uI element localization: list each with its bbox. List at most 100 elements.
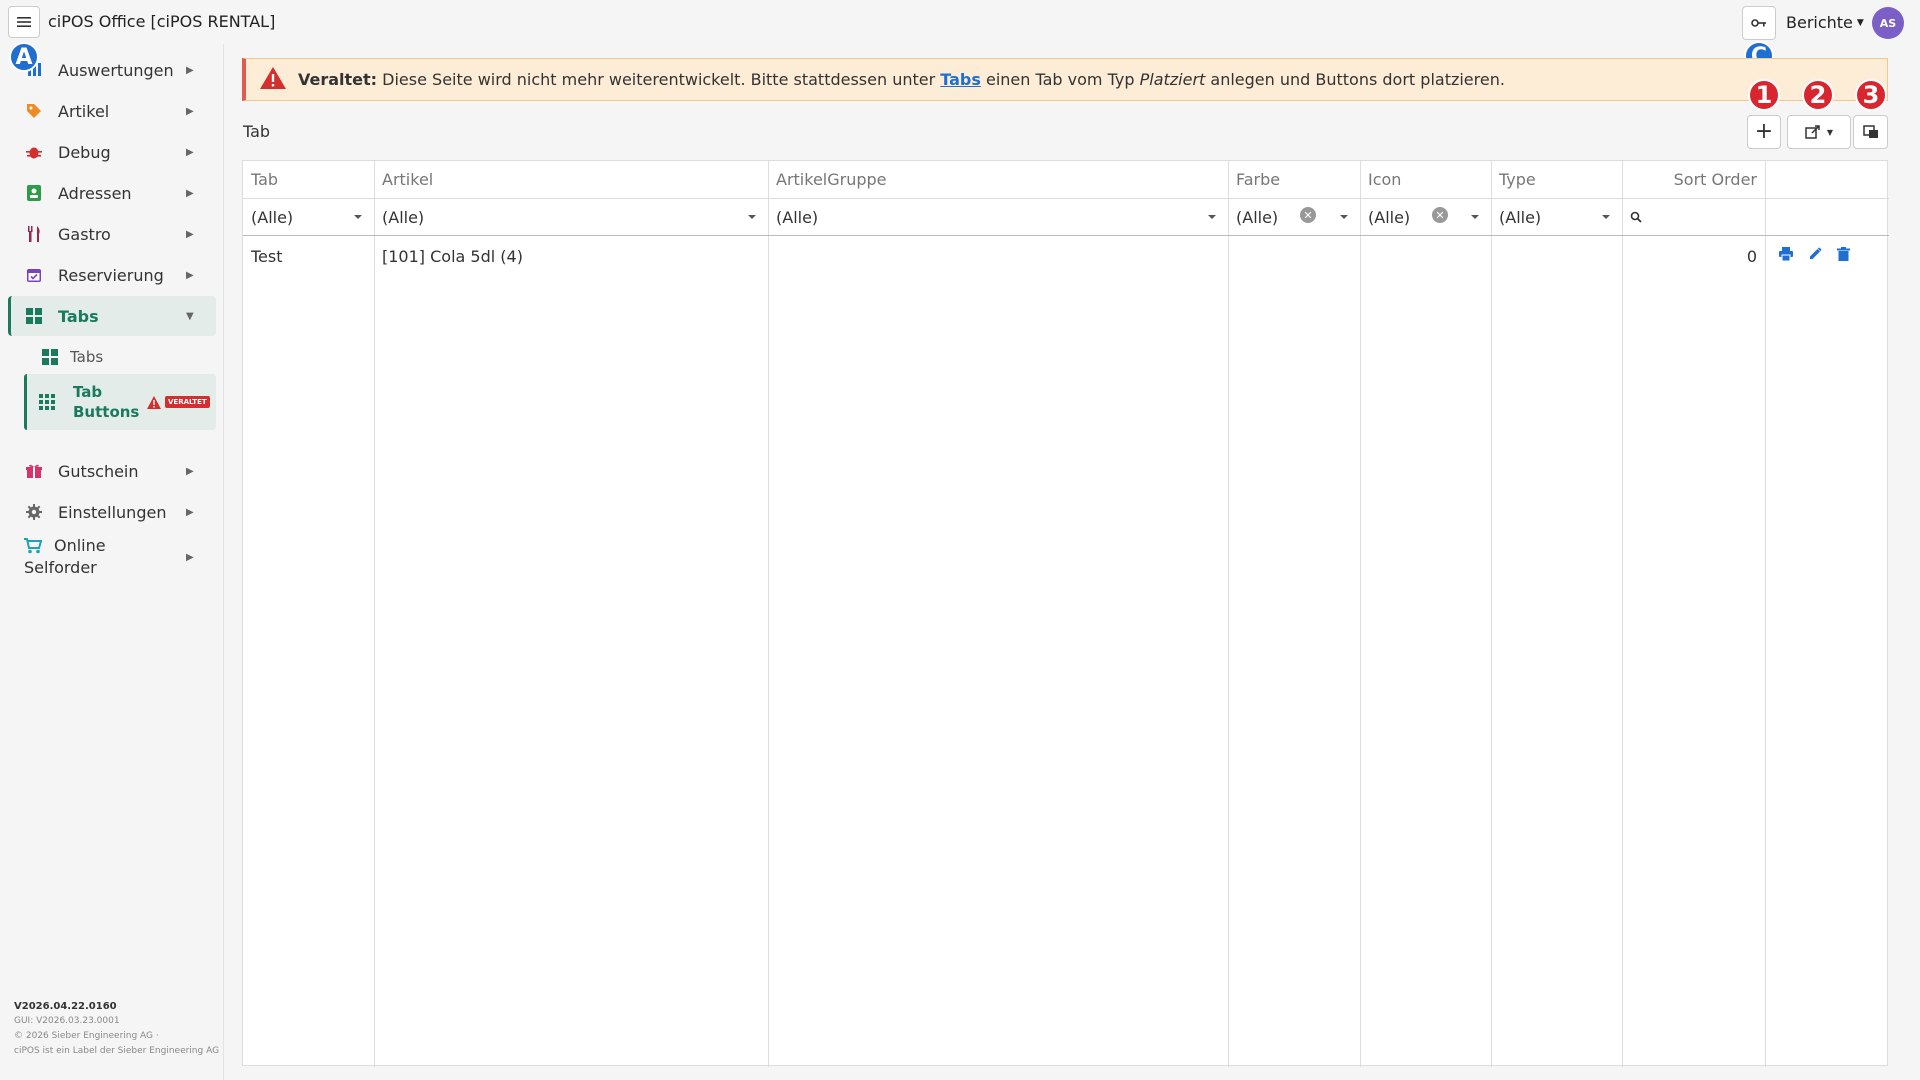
sidebar-item-label: Auswertungen bbox=[58, 60, 174, 80]
caret-down-icon[interactable] bbox=[354, 215, 362, 219]
caret-down-icon[interactable] bbox=[1340, 215, 1348, 219]
caret-down-icon[interactable] bbox=[1602, 215, 1610, 219]
chevron-right-icon: ▶ bbox=[186, 465, 194, 477]
sidebar-item-label: Einstellungen bbox=[58, 502, 167, 522]
grid-small-icon bbox=[39, 394, 55, 410]
tabs-link[interactable]: Tabs bbox=[940, 70, 981, 89]
chevron-right-icon: ▶ bbox=[186, 506, 194, 518]
sidebar-item-label: Online Selforder bbox=[8, 535, 186, 579]
column-separator bbox=[1228, 161, 1229, 1067]
sidebar-subitem-label: Tabs bbox=[70, 348, 104, 366]
column-separator bbox=[1491, 161, 1492, 1067]
label-note-text: ciPOS ist ein Label der Sieber Engineeri… bbox=[14, 1046, 220, 1056]
add-button[interactable]: + bbox=[1747, 115, 1781, 149]
column-separator bbox=[1765, 161, 1766, 1067]
cell-sort-order[interactable]: 0 bbox=[1622, 237, 1765, 275]
print-icon[interactable] bbox=[1777, 245, 1795, 263]
caret-down-icon[interactable] bbox=[748, 215, 756, 219]
cart-icon bbox=[24, 538, 42, 554]
hamburger-icon bbox=[17, 17, 31, 27]
column-separator bbox=[768, 161, 769, 1067]
label-line-1: Tab bbox=[73, 383, 103, 401]
column-separator bbox=[374, 161, 375, 1067]
column-header-tab[interactable]: Tab bbox=[243, 161, 374, 198]
column-header-artikel[interactable]: Artikel bbox=[374, 161, 768, 198]
column-header-farbe[interactable]: Farbe bbox=[1228, 161, 1360, 198]
sidebar-item-gastro[interactable]: Gastro ▶ bbox=[8, 214, 216, 254]
tag-icon bbox=[24, 101, 44, 121]
search-icon bbox=[1630, 211, 1642, 223]
sidebar-item-online-selforder[interactable]: Online Selforder ▶ bbox=[8, 522, 216, 592]
plus-icon: + bbox=[1754, 119, 1774, 144]
column-header-type[interactable]: Type bbox=[1491, 161, 1622, 198]
menu-toggle-button[interactable] bbox=[8, 6, 40, 38]
version-text: V2026.04.22.0160 bbox=[14, 1001, 117, 1012]
column-separator bbox=[1622, 161, 1623, 1067]
alert-text: Veraltet: Diese Seite wird nicht mehr we… bbox=[298, 70, 1505, 89]
chevron-right-icon: ▶ bbox=[186, 105, 194, 117]
caret-down-icon: ▼ bbox=[1856, 17, 1864, 28]
sidebar-item-artikel[interactable]: Artikel ▶ bbox=[8, 91, 216, 131]
chevron-right-icon: ▶ bbox=[186, 187, 194, 199]
alert-text-3: anlegen und Buttons dort platzieren. bbox=[1205, 70, 1505, 89]
column-header-sort-order[interactable]: Sort Order bbox=[1622, 161, 1765, 198]
filter-sort-order-search[interactable] bbox=[1622, 199, 1765, 235]
sidebar-item-debug[interactable]: Debug ▶ bbox=[8, 132, 216, 172]
edit-icon[interactable] bbox=[1806, 245, 1824, 263]
column-header-artikelgruppe[interactable]: ArtikelGruppe bbox=[768, 161, 1228, 198]
copy-button[interactable] bbox=[1853, 115, 1888, 149]
sidebar-footer: V2026.04.22.0160 GUI: V2026.03.23.0001 ©… bbox=[14, 999, 219, 1059]
user-avatar[interactable]: AS bbox=[1872, 7, 1904, 39]
annotation-badge-2: 2 bbox=[1802, 79, 1834, 111]
clear-filter-farbe-icon[interactable]: ✕ bbox=[1300, 207, 1316, 223]
sidebar-item-tabs[interactable]: Tabs ▼ bbox=[8, 296, 216, 336]
bug-icon bbox=[24, 142, 44, 162]
sidebar-item-reservierung[interactable]: Reservierung ▶ bbox=[8, 255, 216, 295]
sidebar-item-label: Adressen bbox=[58, 183, 132, 203]
grid-icon bbox=[42, 349, 58, 365]
gui-version-text: GUI: V2026.03.23.0001 bbox=[14, 1016, 120, 1026]
delete-icon[interactable] bbox=[1834, 245, 1852, 263]
chevron-right-icon: ▶ bbox=[186, 228, 194, 240]
chevron-right-icon: ▶ bbox=[186, 551, 194, 563]
sidebar-item-gutschein[interactable]: Gutschein ▶ bbox=[8, 451, 216, 491]
copy-icon bbox=[1862, 125, 1878, 138]
caret-down-icon[interactable] bbox=[1208, 215, 1216, 219]
cell-artikel[interactable]: [101] Cola 5dl (4) bbox=[374, 237, 768, 275]
reports-label: Berichte bbox=[1786, 13, 1853, 32]
sidebar-subitem-tab-buttons[interactable]: Tab Buttons VERALTET bbox=[24, 374, 216, 430]
deprecated-badge: VERALTET bbox=[165, 396, 210, 408]
sidebar-subitem-tabs[interactable]: Tabs bbox=[24, 340, 216, 374]
sidebar-subitem-label: Tab Buttons bbox=[73, 382, 141, 422]
caret-down-icon: ▼ bbox=[1826, 127, 1834, 137]
sidebar-item-label: Gutschein bbox=[58, 461, 139, 481]
warning-icon bbox=[147, 395, 161, 409]
reports-menu[interactable]: Berichte ▼ bbox=[1786, 13, 1864, 32]
chevron-right-icon: ▶ bbox=[186, 269, 194, 281]
key-icon bbox=[1751, 19, 1766, 27]
api-key-button[interactable] bbox=[1742, 6, 1776, 40]
address-book-icon bbox=[24, 183, 44, 203]
clear-filter-icon-icon[interactable]: ✕ bbox=[1432, 207, 1448, 223]
section-title: Tab bbox=[243, 122, 271, 141]
sidebar-item-label: Gastro bbox=[58, 224, 111, 244]
sidebar-item-adressen[interactable]: Adressen ▶ bbox=[8, 173, 216, 213]
caret-down-icon[interactable] bbox=[1471, 215, 1479, 219]
filter-divider bbox=[243, 235, 1889, 236]
export-icon bbox=[1805, 125, 1820, 139]
warning-icon bbox=[260, 66, 286, 93]
alert-text-2: einen Tab vom Typ bbox=[980, 70, 1140, 89]
filter-artikel[interactable]: (Alle) bbox=[374, 199, 768, 235]
export-button[interactable]: ▼ bbox=[1787, 115, 1851, 149]
label-line-1: Online bbox=[54, 536, 106, 555]
filter-artikelgruppe[interactable]: (Alle) bbox=[768, 199, 1228, 235]
sidebar-item-label: Artikel bbox=[58, 101, 110, 121]
grid-icon bbox=[24, 306, 44, 326]
gear-icon bbox=[24, 502, 44, 522]
column-header-icon[interactable]: Icon bbox=[1360, 161, 1491, 198]
sidebar-item-auswertungen[interactable]: Auswertungen ▶ bbox=[8, 50, 216, 90]
chevron-down-icon: ▼ bbox=[186, 310, 194, 322]
alert-text-1: Diese Seite wird nicht mehr weiterentwic… bbox=[377, 70, 941, 89]
cell-tab[interactable]: Test bbox=[243, 237, 374, 275]
chevron-right-icon: ▶ bbox=[186, 64, 194, 76]
